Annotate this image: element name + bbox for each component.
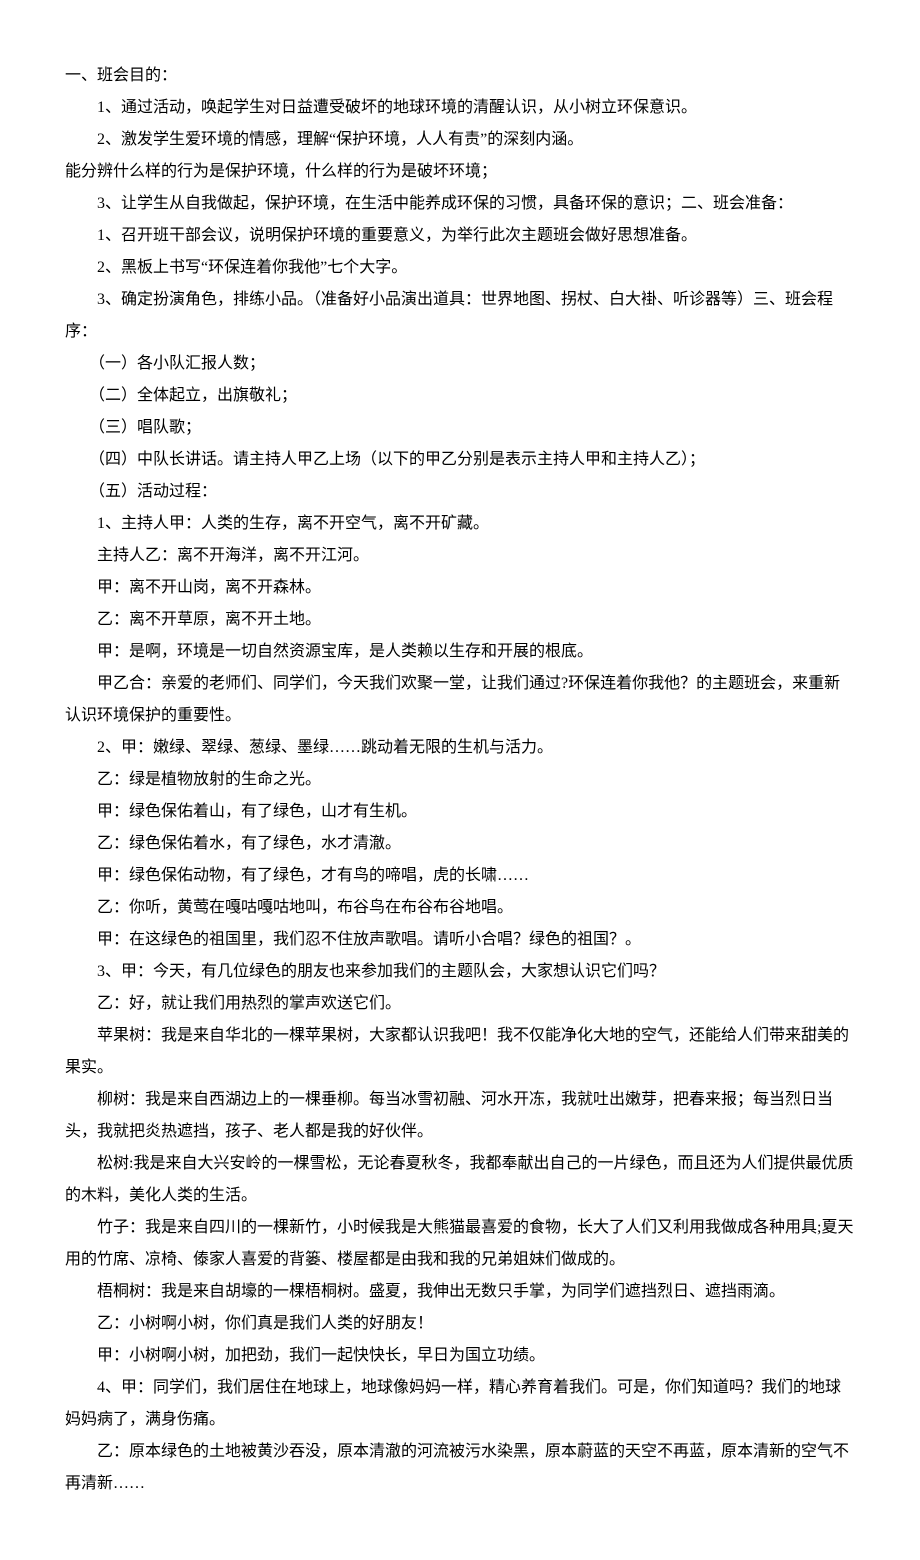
paragraph: 柳树：我是来自西湖边上的一棵垂柳。每当冰雪初融、河水开冻，我就吐出嫩芽，把春来报… — [65, 1084, 855, 1148]
paragraph: 1、主持人甲：人类的生存，离不开空气，离不开矿藏。 — [65, 508, 855, 540]
paragraph: 甲：绿色保佑着山，有了绿色，山才有生机。 — [65, 796, 855, 828]
paragraph: （五）活动过程： — [65, 476, 855, 508]
paragraph: 竹子：我是来自四川的一棵新竹，小时候我是大熊猫最喜爱的食物，长大了人们又利用我做… — [65, 1212, 855, 1276]
paragraph: 乙：原本绿色的土地被黄沙吞没，原本清澈的河流被污水染黑，原本蔚蓝的天空不再蓝，原… — [65, 1436, 855, 1500]
paragraph: （三）唱队歌； — [65, 412, 855, 444]
paragraph: 甲：绿色保佑动物，有了绿色，才有鸟的啼唱，虎的长啸…… — [65, 860, 855, 892]
paragraph: 3、让学生从自我做起，保护环境，在生活中能养成环保的习惯，具备环保的意识；二、班… — [65, 188, 855, 220]
paragraph: 甲：小树啊小树，加把劲，我们一起快快长，早日为国立功绩。 — [65, 1340, 855, 1372]
paragraph: 松树:我是来自大兴安岭的一棵雪松，无论春夏秋冬，我都奉献出自己的一片绿色，而且还… — [65, 1148, 855, 1212]
paragraph: 一、班会目的： — [65, 60, 855, 92]
paragraph: 主持人乙：离不开海洋，离不开江河。 — [65, 540, 855, 572]
paragraph: 乙：绿色保佑着水，有了绿色，水才清澈。 — [65, 828, 855, 860]
paragraph: 3、确定扮演角色，排练小品。（准备好小品演出道具：世界地图、拐杖、白大褂、听诊器… — [65, 284, 855, 348]
paragraph: 乙：离不开草原，离不开土地。 — [65, 604, 855, 636]
paragraph: 2、激发学生爱环境的情感，理解“保护环境，人人有责”的深刻内涵。 — [65, 124, 855, 156]
paragraph: （二）全体起立，出旗敬礼； — [65, 380, 855, 412]
paragraph: 甲：是啊，环境是一切自然资源宝库，是人类赖以生存和开展的根底。 — [65, 636, 855, 668]
paragraph: 4、甲：同学们，我们居住在地球上，地球像妈妈一样，精心养育着我们。可是，你们知道… — [65, 1372, 855, 1436]
paragraph: 甲：离不开山岗，离不开森林。 — [65, 572, 855, 604]
document-body: 一、班会目的： 1、通过活动，唤起学生对日益遭受破坏的地球环境的清醒认识，从小树… — [65, 60, 855, 1500]
paragraph: （四）中队长讲话。请主持人甲乙上场（以下的甲乙分别是表示主持人甲和主持人乙）； — [65, 444, 855, 476]
paragraph: （一）各小队汇报人数； — [65, 348, 855, 380]
paragraph: 2、甲：嫩绿、翠绿、葱绿、墨绿……跳动着无限的生机与活力。 — [65, 732, 855, 764]
paragraph: 苹果树：我是来自华北的一棵苹果树，大家都认识我吧！我不仅能净化大地的空气，还能给… — [65, 1020, 855, 1084]
paragraph: 甲：在这绿色的祖国里，我们忍不住放声歌唱。请听小合唱？绿色的祖国？。 — [65, 924, 855, 956]
paragraph: 1、通过活动，唤起学生对日益遭受破坏的地球环境的清醒认识，从小树立环保意识。 — [65, 92, 855, 124]
paragraph: 3、甲：今天，有几位绿色的朋友也来参加我们的主题队会，大家想认识它们吗？ — [65, 956, 855, 988]
paragraph: 乙：小树啊小树，你们真是我们人类的好朋友！ — [65, 1308, 855, 1340]
paragraph: 能分辨什么样的行为是保护环境，什么样的行为是破坏环境； — [65, 156, 855, 188]
paragraph: 乙：好，就让我们用热烈的掌声欢送它们。 — [65, 988, 855, 1020]
paragraph: 梧桐树：我是来自胡壕的一棵梧桐树。盛夏，我伸出无数只手掌，为同学们遮挡烈日、遮挡… — [65, 1276, 855, 1308]
paragraph: 甲乙合：亲爱的老师们、同学们，今天我们欢聚一堂，让我们通过?环保连着你我他？的主… — [65, 668, 855, 732]
paragraph: 1、召开班干部会议，说明保护环境的重要意义，为举行此次主题班会做好思想准备。 — [65, 220, 855, 252]
paragraph: 2、黑板上书写“环保连着你我他”七个大字。 — [65, 252, 855, 284]
paragraph: 乙：绿是植物放射的生命之光。 — [65, 764, 855, 796]
paragraph: 乙：你听，黄莺在嘎咕嘎咕地叫，布谷鸟在布谷布谷地唱。 — [65, 892, 855, 924]
